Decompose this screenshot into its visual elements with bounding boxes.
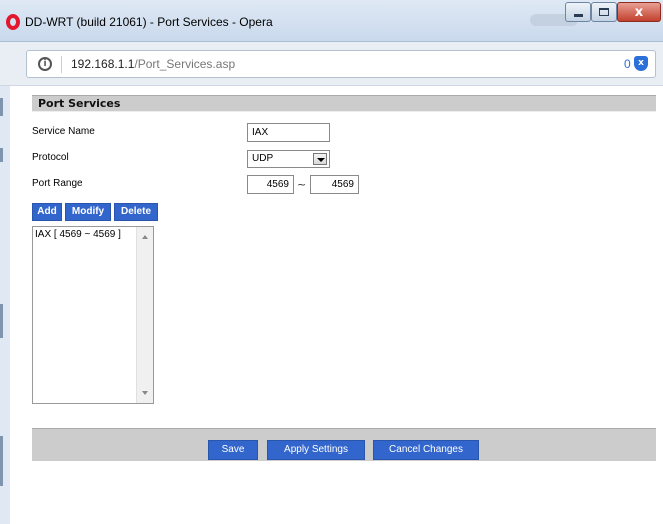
close-icon: x: [634, 4, 644, 20]
minimize-icon: [573, 14, 583, 17]
save-button[interactable]: Save: [208, 440, 258, 460]
site-info-icon[interactable]: i: [38, 57, 52, 71]
footer-button-bar: Save Apply Settings Cancel Changes: [32, 428, 656, 461]
opera-logo-icon: [6, 14, 20, 30]
url-text[interactable]: 192.168.1.1/Port_Services.asp: [71, 57, 235, 71]
add-button[interactable]: Add: [32, 203, 62, 221]
address-bar[interactable]: i 192.168.1.1/Port_Services.asp 0 x: [26, 50, 656, 78]
edge-marker: [0, 98, 3, 116]
scroll-down-icon[interactable]: [142, 391, 148, 395]
port-range-separator: ~: [297, 178, 307, 191]
address-separator: [61, 56, 62, 73]
edge-marker: [0, 304, 3, 338]
maximize-button[interactable]: [591, 2, 617, 22]
url-host: 192.168.1.1: [71, 57, 135, 71]
service-listbox[interactable]: IAX [ 4569 ~ 4569 ]: [32, 226, 154, 404]
adblock-count: 0: [624, 57, 631, 71]
section-title: Port Services: [32, 95, 656, 112]
scroll-up-icon[interactable]: [142, 235, 148, 239]
minimize-button[interactable]: [565, 2, 591, 22]
edge-marker: [0, 436, 3, 486]
address-bar-area: i 192.168.1.1/Port_Services.asp 0 x: [0, 42, 663, 86]
maximize-icon: [599, 8, 609, 16]
port-range-label: Port Range: [32, 178, 83, 189]
list-item[interactable]: IAX [ 4569 ~ 4569 ]: [35, 229, 121, 240]
cancel-changes-button[interactable]: Cancel Changes: [373, 440, 479, 460]
listbox-scrollbar[interactable]: [136, 227, 153, 403]
delete-button[interactable]: Delete: [114, 203, 158, 221]
chevron-down-icon: [313, 153, 327, 165]
service-name-input[interactable]: IAX: [247, 123, 330, 142]
modify-button[interactable]: Modify: [65, 203, 111, 221]
service-name-label: Service Name: [32, 126, 95, 137]
protocol-value: UDP: [252, 153, 274, 164]
port-start-input[interactable]: 4569: [247, 175, 294, 194]
url-path: /Port_Services.asp: [134, 57, 236, 71]
window-titlebar: DD-WRT (build 21061) - Port Services - O…: [0, 0, 663, 42]
adblock-shield-icon[interactable]: x: [634, 56, 648, 71]
edge-marker: [0, 148, 3, 162]
window-left-edge: [0, 86, 10, 524]
apply-settings-button[interactable]: Apply Settings: [267, 440, 365, 460]
close-button[interactable]: x: [617, 2, 661, 22]
port-end-input[interactable]: 4569: [310, 175, 359, 194]
window-title: DD-WRT (build 21061) - Port Services - O…: [25, 15, 273, 29]
protocol-label: Protocol: [32, 152, 69, 163]
protocol-select[interactable]: UDP: [247, 150, 330, 168]
page-content: Port Services Service Name IAX Protocol …: [10, 86, 663, 524]
